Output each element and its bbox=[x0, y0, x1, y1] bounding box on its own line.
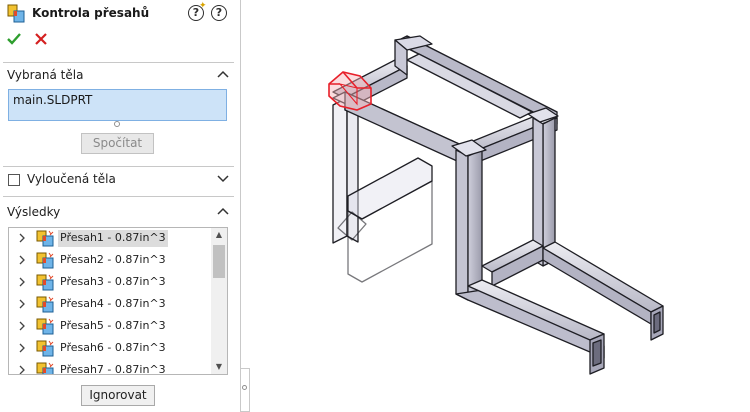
excluded-bodies-checkbox[interactable] bbox=[8, 174, 20, 186]
result-label: Přesah5 - 0.87in^3 bbox=[60, 319, 166, 332]
list-item[interactable]: Přesah4 - 0.87in^3 bbox=[9, 294, 211, 316]
scroll-down-icon[interactable]: ▼ bbox=[213, 362, 225, 372]
result-label: Přesah3 - 0.87in^3 bbox=[60, 275, 166, 288]
scroll-up-icon[interactable]: ▲ bbox=[213, 230, 225, 240]
interference-icon bbox=[36, 318, 54, 335]
interference-icon bbox=[36, 296, 54, 313]
section-divider bbox=[3, 196, 234, 197]
interference-icon bbox=[36, 274, 54, 291]
field-resize-handle[interactable] bbox=[114, 121, 120, 127]
section-divider bbox=[3, 166, 234, 167]
results-list[interactable]: Přesah1 - 0.87in^3 Přesah2 - 0.87in^3 Př… bbox=[8, 227, 228, 375]
chevron-right-icon[interactable] bbox=[18, 233, 26, 243]
chevron-right-icon[interactable] bbox=[18, 365, 26, 375]
chevron-right-icon[interactable] bbox=[18, 321, 26, 331]
excluded-bodies-heading: Vyloučená těla bbox=[27, 172, 116, 186]
panel-header: Kontrola přesahů ? ✦ ? bbox=[0, 0, 241, 28]
collapse-results-icon[interactable] bbox=[217, 207, 229, 215]
collapse-selected-bodies-icon[interactable] bbox=[217, 70, 229, 78]
chevron-right-icon[interactable] bbox=[18, 277, 26, 287]
property-manager-panel: Kontrola přesahů ? ✦ ? Vybraná těla main… bbox=[0, 0, 241, 412]
chevron-right-icon[interactable] bbox=[18, 255, 26, 265]
interference-check-icon bbox=[7, 4, 25, 23]
cancel-button[interactable] bbox=[33, 31, 49, 47]
collapse-handle-dot bbox=[242, 385, 247, 390]
list-item[interactable]: Přesah6 - 0.87in^3 bbox=[9, 338, 211, 360]
frame-model[interactable] bbox=[332, 35, 664, 375]
results-heading: Výsledky bbox=[7, 205, 61, 219]
results-scrollbar[interactable]: ▲ ▼ bbox=[211, 228, 227, 374]
chevron-right-icon[interactable] bbox=[18, 299, 26, 309]
list-item[interactable]: Přesah1 - 0.87in^3 bbox=[9, 228, 211, 250]
result-label: Přesah7 - 0.87in^3 bbox=[60, 363, 166, 375]
selected-bodies-field[interactable]: main.SLDPRT bbox=[8, 89, 227, 121]
result-label: Přesah6 - 0.87in^3 bbox=[60, 341, 166, 354]
result-label: Přesah2 - 0.87in^3 bbox=[60, 253, 166, 266]
sparkle-icon: ✦ bbox=[199, 1, 207, 11]
list-item[interactable]: Přesah2 - 0.87in^3 bbox=[9, 250, 211, 272]
ignore-button[interactable]: Ignorovat bbox=[81, 385, 155, 406]
chevron-right-icon[interactable] bbox=[18, 343, 26, 353]
model-viewport[interactable] bbox=[250, 0, 750, 412]
scroll-thumb[interactable] bbox=[213, 245, 225, 278]
interference-icon bbox=[36, 252, 54, 269]
interference-icon bbox=[36, 340, 54, 357]
calculate-button[interactable]: Spočítat bbox=[81, 133, 154, 154]
list-item[interactable]: Přesah7 - 0.87in^3 bbox=[9, 360, 211, 375]
list-item[interactable]: Přesah5 - 0.87in^3 bbox=[9, 316, 211, 338]
selected-bodies-heading: Vybraná těla bbox=[7, 68, 84, 82]
list-item[interactable]: Přesah3 - 0.87in^3 bbox=[9, 272, 211, 294]
ok-button[interactable] bbox=[6, 31, 22, 47]
result-label: Přesah4 - 0.87in^3 bbox=[60, 297, 166, 310]
section-divider bbox=[3, 62, 234, 63]
interference-icon bbox=[36, 230, 54, 247]
panel-collapse-handle[interactable] bbox=[241, 368, 250, 412]
interference-icon bbox=[36, 362, 54, 374]
help-icon-2[interactable]: ? bbox=[211, 5, 227, 21]
expand-excluded-bodies-icon[interactable] bbox=[217, 175, 229, 183]
page-title: Kontrola přesahů bbox=[32, 6, 150, 20]
result-label: Přesah1 - 0.87in^3 bbox=[58, 230, 168, 247]
